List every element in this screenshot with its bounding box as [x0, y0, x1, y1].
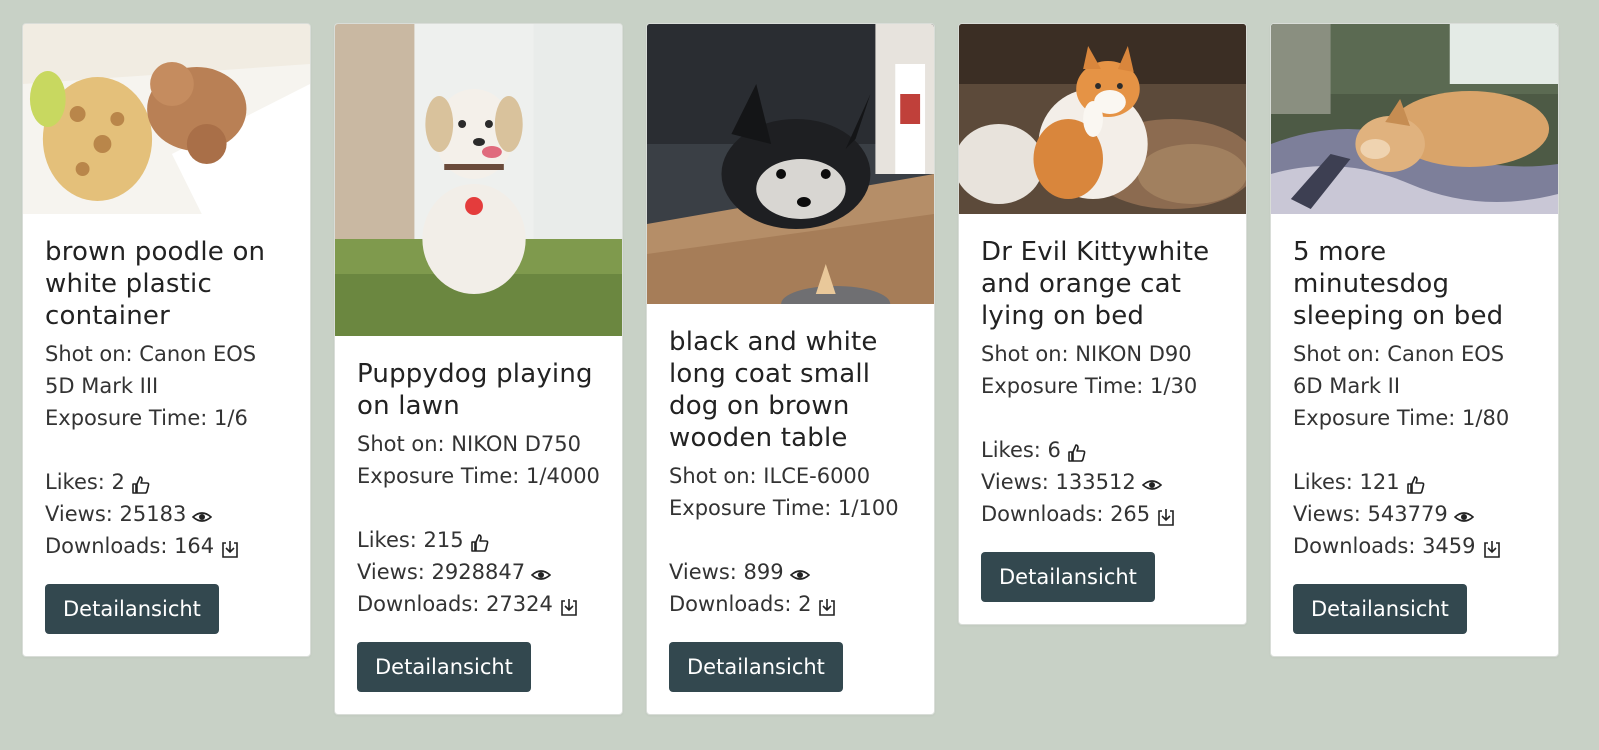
- eye-icon: [530, 562, 552, 582]
- photo-card: Puppydog playing on lawn Shot on: NIKON …: [334, 23, 623, 715]
- exposure-time: Exposure Time: 1/80: [1293, 406, 1510, 430]
- details-button[interactable]: Detailansicht: [45, 584, 219, 634]
- views-count: Views: 133512: [981, 470, 1136, 494]
- small-dog-table-photo[interactable]: [647, 24, 934, 304]
- camera-info: Shot on: NIKON D750: [357, 432, 581, 456]
- eye-icon: [1141, 472, 1162, 492]
- card-title: black and white long coat small dog on b…: [669, 327, 878, 453]
- downloads-count: Downloads: 265: [981, 502, 1151, 526]
- exposure-time: Exposure Time: 1/6: [45, 406, 248, 430]
- thumbs-up-icon: [131, 472, 151, 494]
- downloads-stat: Downloads: 265: [981, 498, 1224, 530]
- thumbs-up-icon: [1067, 440, 1087, 462]
- camera-info: Shot on: Canon EOS 5D Mark III: [45, 342, 257, 398]
- photo-card: 5 more minutesdog sleeping on bed Shot o…: [1270, 23, 1559, 657]
- sleeping-dog-photo[interactable]: [1271, 24, 1558, 214]
- camera-info: Shot on: NIKON D90: [981, 342, 1192, 366]
- photo-card: Dr Evil Kittywhite and orange cat lying …: [958, 23, 1247, 625]
- puppy-on-lawn-photo[interactable]: [335, 24, 622, 336]
- likes-count: Likes: 6: [981, 438, 1061, 462]
- downloads-stat: Downloads: 3459: [1293, 530, 1536, 562]
- details-button[interactable]: Detailansicht: [1293, 584, 1467, 634]
- camera-info: Shot on: Canon EOS 6D Mark II: [1293, 342, 1505, 398]
- downloads-count: Downloads: 164: [45, 534, 215, 558]
- camera-info: Shot on: ILCE-6000: [669, 464, 871, 488]
- likes-stat: Likes: 6: [981, 434, 1224, 466]
- photo-card: brown poodle on white plastic container …: [22, 23, 311, 657]
- downloads-stat: Downloads: 164: [45, 530, 288, 562]
- likes-count: Likes: 215: [357, 528, 464, 552]
- card-title: Dr Evil Kittywhite and orange cat lying …: [981, 237, 1210, 331]
- photo-card: black and white long coat small dog on b…: [646, 23, 935, 715]
- photo-gallery: brown poodle on white plastic container …: [0, 0, 1599, 750]
- downloads-stat: Downloads: 2: [669, 588, 912, 620]
- download-icon: [817, 594, 837, 616]
- views-stat: Views: 133512: [981, 466, 1224, 498]
- thumbs-up-icon: [1406, 472, 1426, 494]
- exposure-time: Exposure Time: 1/30: [981, 374, 1198, 398]
- details-button[interactable]: Detailansicht: [669, 642, 843, 692]
- download-icon: [559, 594, 579, 616]
- poodle-photo[interactable]: [23, 24, 310, 214]
- eye-icon: [789, 562, 810, 582]
- likes-count: Likes: 121: [1293, 470, 1400, 494]
- views-stat: Views: 899: [669, 556, 912, 588]
- views-stat: Views: 2928847: [357, 556, 600, 588]
- likes-stat: Likes: 2: [45, 466, 288, 498]
- cat-on-bed-photo[interactable]: [959, 24, 1246, 214]
- views-stat: Views: 25183: [45, 498, 288, 530]
- download-icon: [1482, 536, 1502, 558]
- card-title: brown poodle on white plastic container: [45, 237, 266, 331]
- details-button[interactable]: Detailansicht: [981, 552, 1155, 602]
- eye-icon: [192, 504, 213, 524]
- views-count: Views: 2928847: [357, 560, 526, 584]
- download-icon: [220, 536, 240, 558]
- downloads-count: Downloads: 2: [669, 592, 812, 616]
- details-button[interactable]: Detailansicht: [357, 642, 531, 692]
- views-stat: Views: 543779: [1293, 498, 1536, 530]
- exposure-time: Exposure Time: 1/4000: [357, 464, 600, 488]
- exposure-time: Exposure Time: 1/100: [669, 496, 899, 520]
- thumbs-up-icon: [470, 530, 490, 552]
- likes-stat: Likes: 121: [1293, 466, 1536, 498]
- downloads-count: Downloads: 3459: [1293, 534, 1476, 558]
- downloads-stat: Downloads: 27324: [357, 588, 600, 620]
- card-title: Puppydog playing on lawn: [357, 359, 593, 421]
- views-count: Views: 25183: [45, 502, 187, 526]
- downloads-count: Downloads: 27324: [357, 592, 553, 616]
- card-title: 5 more minutesdog sleeping on bed: [1293, 237, 1504, 331]
- likes-count: Likes: 2: [45, 470, 125, 494]
- likes-stat: Likes: 215: [357, 524, 600, 556]
- eye-icon: [1453, 504, 1474, 524]
- download-icon: [1156, 504, 1176, 526]
- views-count: Views: 543779: [1293, 502, 1448, 526]
- views-count: Views: 899: [669, 560, 784, 584]
